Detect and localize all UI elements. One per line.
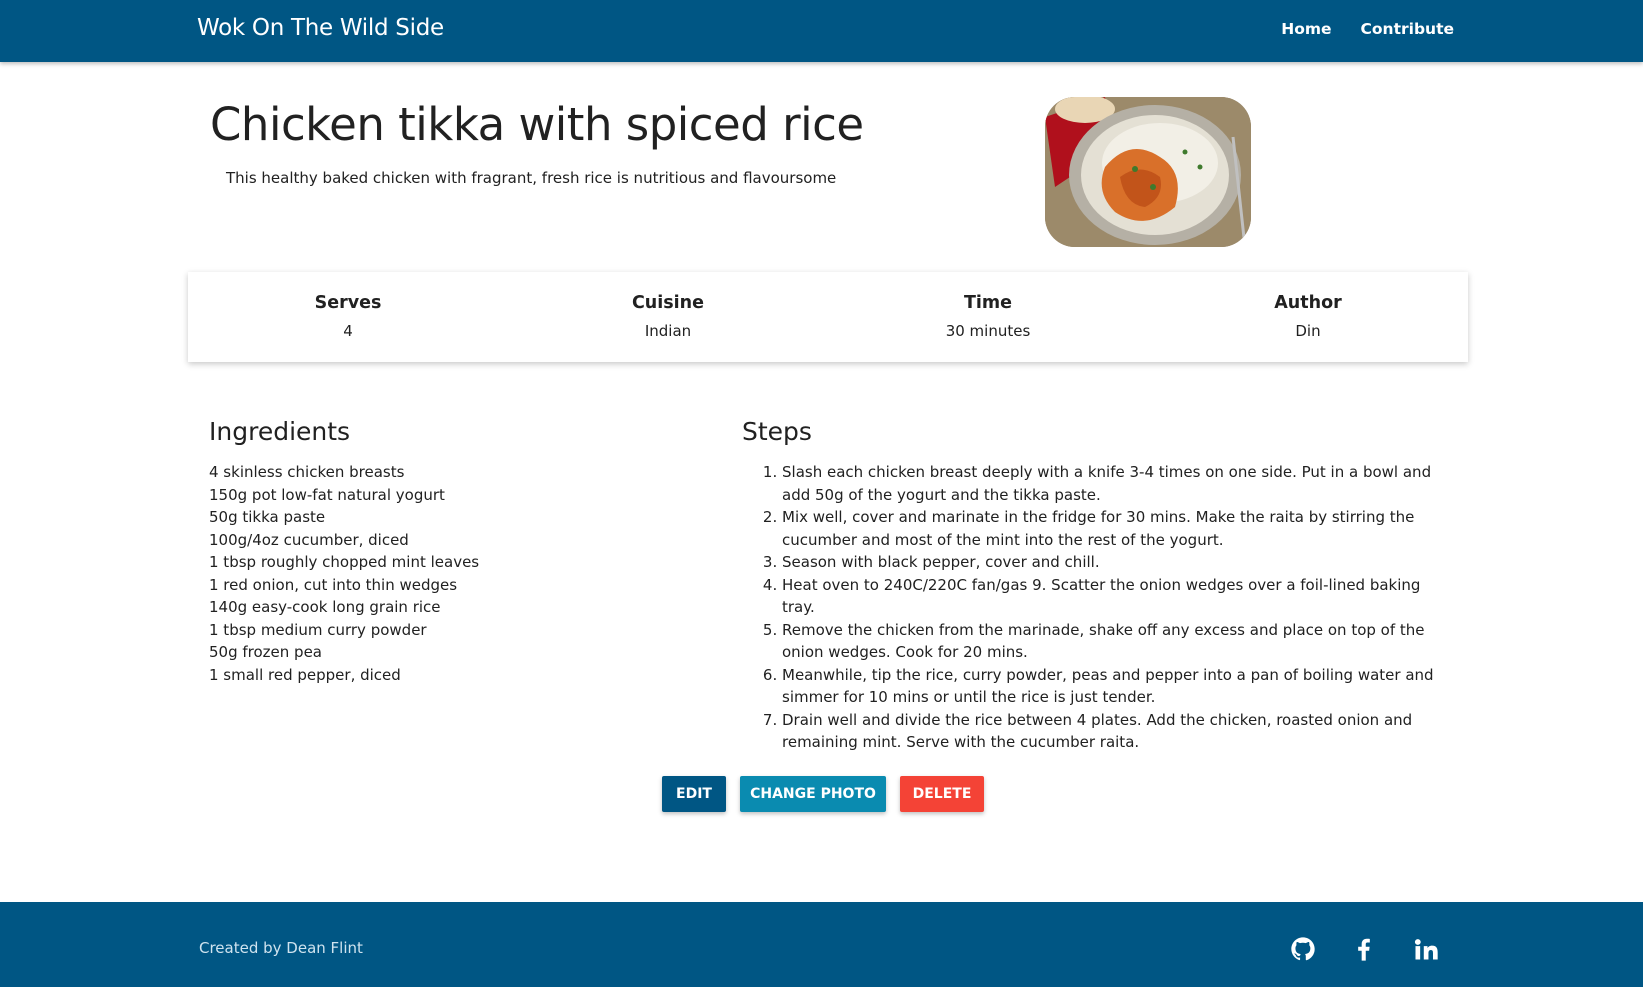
recipe-photo-image [1045, 97, 1251, 247]
serves-value: 4 [343, 322, 353, 340]
recipe-title: Chicken tikka with spiced rice [210, 98, 864, 151]
ingredient-item: 100g/4oz cucumber, diced [209, 530, 409, 549]
step-item: Remove the chicken from the marinade, sh… [782, 619, 1452, 664]
cuisine-info: Cuisine Indian [508, 272, 828, 362]
serves-label: Serves [314, 293, 382, 313]
navbar: Wok On The Wild Side Home Contribute [0, 0, 1643, 62]
step-item: Meanwhile, tip the rice, curry powder, p… [782, 664, 1452, 709]
step-item: Heat oven to 240C/220C fan/gas 9. Scatte… [782, 574, 1452, 619]
ingredients-heading: Ingredients [209, 417, 351, 446]
step-item: Slash each chicken breast deeply with a … [782, 461, 1452, 506]
author-value: Din [1295, 322, 1321, 340]
time-info: Time 30 minutes [828, 272, 1148, 362]
ingredient-item: 1 small red pepper, diced [209, 665, 401, 684]
footer-credit: Created by Dean Flint [199, 939, 363, 957]
ingredient-item: 4 skinless chicken breasts [209, 463, 405, 481]
facebook-icon[interactable] [1350, 935, 1378, 963]
step-item: Season with black pepper, cover and chil… [782, 551, 1452, 574]
ingredient-item: 1 tbsp roughly chopped mint leaves [209, 553, 480, 571]
steps-heading: Steps [742, 417, 812, 446]
recipe-info-card: Serves 4 Cuisine Indian Time 30 minutes … [188, 272, 1468, 362]
recipe-actions: EDIT CHANGE PHOTO DELETE [662, 776, 984, 812]
serves-info: Serves 4 [188, 272, 508, 362]
edit-button[interactable]: EDIT [662, 776, 726, 812]
delete-button[interactable]: DELETE [900, 776, 984, 812]
ingredient-item: 1 red onion, cut into thin wedges [209, 575, 458, 594]
recipe-photo [1045, 97, 1251, 247]
cuisine-value: Indian [644, 322, 692, 340]
ingredient-item: 150g pot low-fat natural yogurt [209, 485, 445, 504]
ingredient-list: 4 skinless chicken breasts 150g pot low-… [209, 461, 479, 686]
ingredient-item: 1 tbsp medium curry powder [209, 620, 427, 639]
author-info: Author Din [1148, 272, 1468, 362]
time-label: Time [963, 293, 1013, 313]
step-item: Mix well, cover and marinate in the frid… [782, 506, 1452, 551]
change-photo-button[interactable]: CHANGE PHOTO [740, 776, 886, 812]
nav-home-link[interactable]: Home [1281, 20, 1331, 38]
step-item: Drain well and divide the rice between 4… [782, 709, 1452, 754]
nav-contribute-link[interactable]: Contribute [1361, 20, 1454, 38]
time-value: 30 minutes [945, 322, 1031, 340]
ingredient-item: 50g frozen pea [209, 643, 322, 661]
ingredient-item: 140g easy-cook long grain rice [209, 598, 441, 616]
nav-links: Home Contribute [1281, 20, 1454, 38]
ingredient-item: 50g tikka paste [209, 508, 326, 526]
steps-list: Slash each chicken breast deeply with a … [782, 461, 1452, 754]
linkedin-icon[interactable] [1412, 935, 1440, 963]
footer: Created by Dean Flint [0, 902, 1643, 987]
brand-logo[interactable]: Wok On The Wild Side [197, 15, 444, 41]
recipe-description: This healthy baked chicken with fragrant… [226, 169, 837, 187]
author-label: Author [1274, 293, 1342, 313]
github-icon[interactable] [1289, 935, 1317, 963]
cuisine-label: Cuisine [631, 293, 705, 313]
